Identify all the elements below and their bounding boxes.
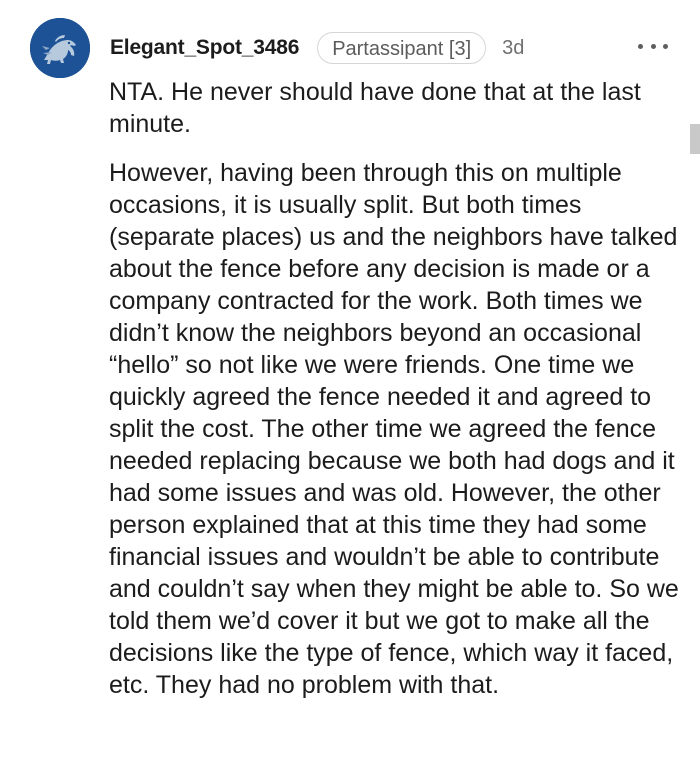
more-dot: [650, 43, 656, 49]
comment-paragraph: However, having been through this on mul…: [109, 159, 679, 699]
scrollbar-thumb[interactable]: [690, 124, 700, 154]
username-link[interactable]: Elegant_Spot_3486: [110, 36, 299, 60]
comment-meta: Elegant_Spot_3486 Partassipant [3] 3d: [110, 31, 524, 65]
more-options-icon[interactable]: [638, 36, 668, 56]
comment-body: NTA. He never should have done that at t…: [109, 76, 684, 701]
user-flair: Partassipant [3]: [317, 32, 487, 64]
lion-logo-icon: [30, 18, 90, 78]
more-dot: [638, 43, 643, 49]
comment-paragraph: NTA. He never should have done that at t…: [109, 78, 641, 138]
avatar[interactable]: [30, 18, 90, 78]
comment: Elegant_Spot_3486 Partassipant [3] 3d NT…: [0, 0, 700, 781]
more-dot: [663, 43, 668, 49]
timestamp: 3d: [502, 36, 525, 59]
